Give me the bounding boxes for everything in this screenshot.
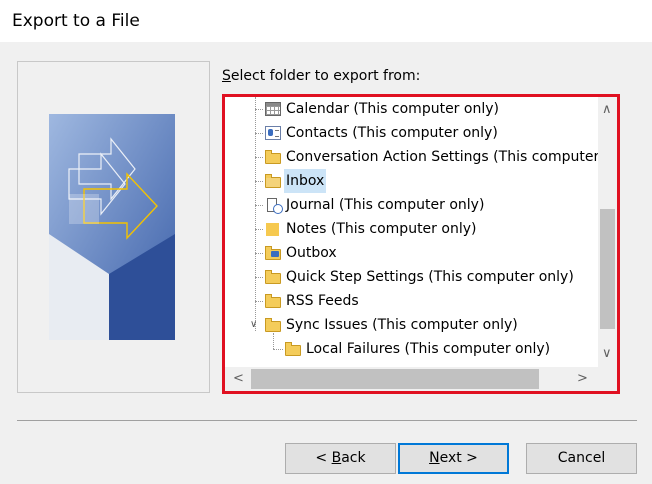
tree-item-sync-issues[interactable]: ∨ Sync Issues (This computer only): [225, 313, 598, 337]
horizontal-scroll-thumb[interactable]: [251, 369, 539, 389]
outbox-icon: [265, 246, 281, 260]
notes-icon: [266, 223, 279, 236]
tree-item-rss-feeds[interactable]: RSS Feeds: [225, 289, 598, 313]
tree-item-journal[interactable]: Journal (This computer only): [225, 193, 598, 217]
folder-tree[interactable]: Calendar (This computer only) Contacts (…: [225, 97, 598, 367]
cancel-button[interactable]: Cancel: [526, 443, 637, 474]
folder-tree-box: Calendar (This computer only) Contacts (…: [222, 94, 620, 394]
tree-item-label: Conversation Action Settings (This compu…: [286, 149, 598, 165]
horizontal-scrollbar[interactable]: < >: [225, 367, 598, 391]
wizard-image-panel: [17, 61, 210, 393]
journal-icon: [267, 198, 283, 214]
folder-icon: [265, 318, 281, 332]
tree-item-label: RSS Feeds: [286, 293, 359, 309]
divider: [17, 420, 637, 421]
title-bar: Export to a File: [0, 0, 652, 42]
folder-icon: [265, 150, 281, 164]
export-arrows-graphic: [49, 114, 175, 340]
wizard-graphic: [49, 114, 175, 340]
scroll-down-icon[interactable]: ∨: [602, 347, 612, 360]
tree-item-inbox[interactable]: Inbox: [225, 169, 598, 193]
vertical-scrollbar[interactable]: ∧ ∨: [598, 97, 617, 367]
tree-item-contacts[interactable]: Contacts (This computer only): [225, 121, 598, 145]
tree-item-quick-step-settings[interactable]: Quick Step Settings (This computer only): [225, 265, 598, 289]
chevron-down-icon[interactable]: ∨: [250, 313, 257, 337]
tree-item-label: Sync Issues (This computer only): [286, 317, 518, 333]
tree-item-conversation-action-settings[interactable]: Conversation Action Settings (This compu…: [225, 145, 598, 169]
tree-item-label: Outbox: [286, 245, 337, 261]
tree-item-label: Quick Step Settings (This computer only): [286, 269, 574, 285]
folder-icon: [265, 270, 281, 284]
window-title: Export to a File: [12, 11, 140, 31]
tree-item-label: Notes (This computer only): [286, 221, 477, 237]
folder-icon: [285, 342, 301, 356]
tree-item-label: Journal (This computer only): [286, 197, 485, 213]
scroll-right-icon[interactable]: >: [577, 372, 588, 385]
tree-item-calendar[interactable]: Calendar (This computer only): [225, 97, 598, 121]
tree-item-label: Calendar (This computer only): [286, 101, 499, 117]
tree-item-local-failures[interactable]: Local Failures (This computer only): [225, 337, 598, 361]
back-button[interactable]: < Back: [285, 443, 396, 474]
folder-icon: [265, 294, 281, 308]
tree-item-label: Inbox: [284, 169, 327, 193]
vertical-scroll-thumb[interactable]: [600, 209, 615, 329]
scroll-up-icon[interactable]: ∧: [602, 103, 612, 116]
tree-item-notes[interactable]: Notes (This computer only): [225, 217, 598, 241]
contacts-icon: [265, 126, 281, 140]
next-button[interactable]: Next >: [398, 443, 509, 474]
calendar-icon: [265, 102, 281, 116]
inbox-icon: [265, 174, 281, 188]
scroll-corner: [598, 367, 617, 391]
tree-item-label: Contacts (This computer only): [286, 125, 498, 141]
select-folder-label: Select folder to export from:: [222, 68, 421, 84]
tree-item-outbox[interactable]: Outbox: [225, 241, 598, 265]
scroll-left-icon[interactable]: <: [233, 372, 244, 385]
tree-item-label: Local Failures (This computer only): [306, 341, 551, 357]
